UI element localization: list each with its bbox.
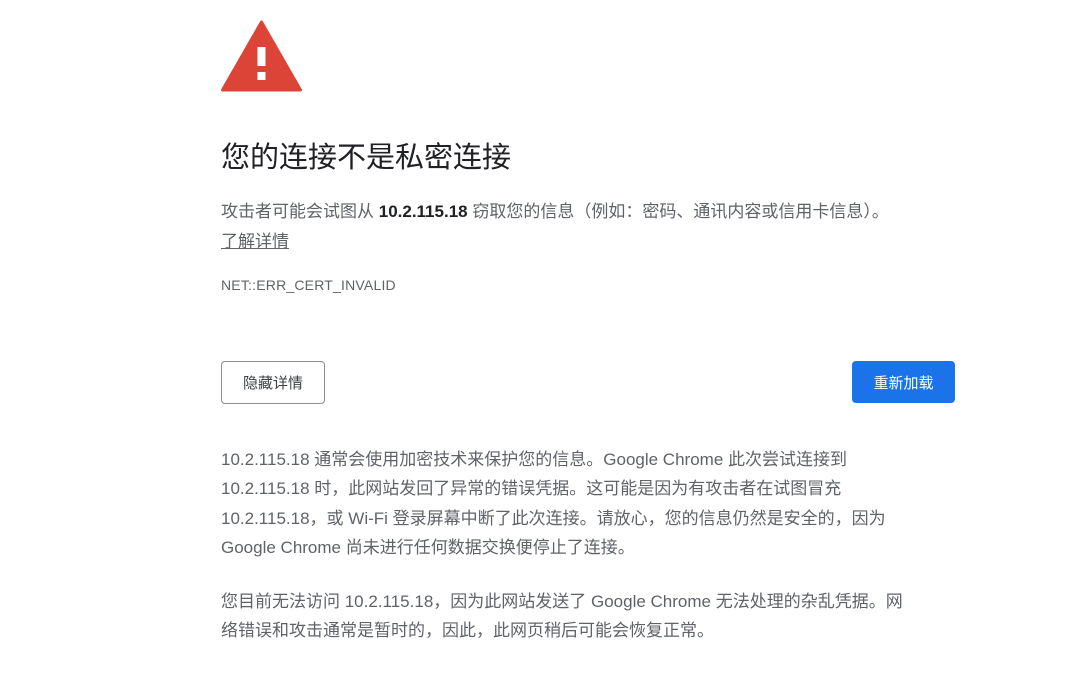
hide-details-button[interactable]: 隐藏详情 — [221, 361, 325, 404]
message-text-after: 窃取您的信息（例如：密码、通讯内容或信用卡信息）。 — [467, 202, 889, 221]
page-title: 您的连接不是私密连接 — [221, 142, 512, 174]
learn-more-link[interactable]: 了解详情 — [221, 228, 289, 256]
host-name: 10.2.115.18 — [378, 202, 468, 221]
error-code: NET::ERR_CERT_INVALID — [221, 277, 396, 293]
details-line: 10.2.115.18，或 Wi-Fi 登录屏幕中断了此次连接。请放心，您的信息… — [221, 508, 886, 528]
details-line: 10.2.115.18 时，此网站发回了异常的错误凭据。这可能是因为有攻击者在试… — [221, 479, 842, 499]
reload-button[interactable]: 重新加载 — [852, 361, 955, 403]
message-text-before: 攻击者可能会试图从 — [221, 202, 379, 221]
details-line: 络错误和攻击通常是暂时的，因此，此网页稍后可能会恢复正常。 — [221, 621, 714, 641]
warning-triangle-icon — [221, 20, 302, 92]
main-message: 攻击者可能会试图从 10.2.115.18 窃取您的信息（例如：密码、通讯内容或… — [221, 198, 889, 226]
details-line: 您目前无法访问 10.2.115.18，因为此网站发送了 Google Chro… — [221, 592, 903, 612]
details-section: 10.2.115.18 通常会使用加密技术来保护您的信息。Google Chro… — [221, 445, 961, 646]
details-line: Google Chrome 尚未进行任何数据交换便停止了连接。 — [221, 537, 635, 557]
interstitial-page: 您的连接不是私密连接 攻击者可能会试图从 10.2.115.18 窃取您的信息（… — [0, 0, 1080, 673]
details-line: 10.2.115.18 通常会使用加密技术来保护您的信息。Google Chro… — [221, 450, 847, 469]
